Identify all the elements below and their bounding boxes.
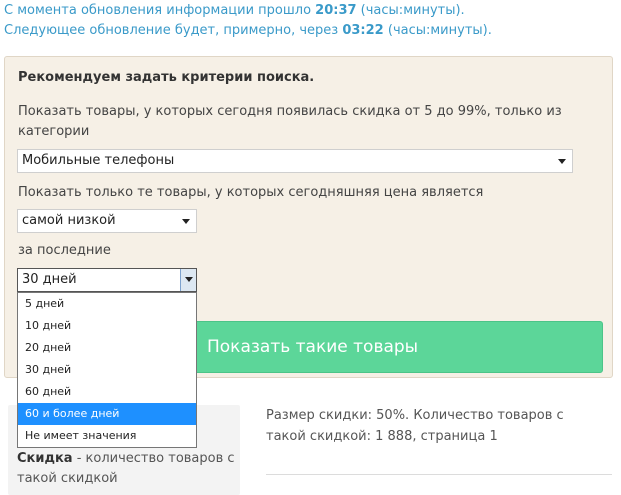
period-option[interactable]: 20 дней (18, 337, 196, 359)
next-update-info: Следующее обновление будет, примерно, че… (4, 23, 492, 38)
price-condition-select[interactable]: самой низкой (17, 209, 197, 233)
period-option[interactable]: 60 дней (18, 381, 196, 403)
chevron-down-icon (558, 159, 566, 164)
period-option-highlighted[interactable]: 60 и более дней (18, 403, 196, 425)
period-dropdown-list: 5 дней 10 дней 20 дней 30 дней 60 дней 6… (17, 292, 197, 448)
period-option[interactable]: 10 дней (18, 315, 196, 337)
category-description: Показать товары, у которых сегодня появи… (18, 104, 562, 139)
price-description: Показать только те товары, у которых сег… (18, 185, 484, 200)
period-option[interactable]: 5 дней (18, 293, 196, 315)
last-update-info: С момента обновления информации прошло 2… (4, 3, 465, 18)
dropdown-button[interactable] (180, 269, 196, 291)
period-label: за последние (18, 243, 111, 258)
legend-term: Скидка (17, 451, 73, 466)
discount-summary: Размер скидки: 50%. Количество товаров с… (266, 408, 564, 444)
period-option[interactable]: Не имеет значения (18, 425, 196, 447)
period-select[interactable]: 30 дней (17, 268, 197, 292)
category-select[interactable]: Мобильные телефоны (17, 149, 573, 173)
period-option[interactable]: 30 дней (18, 359, 196, 381)
time-until-update: 03:22 (342, 23, 384, 38)
chevron-down-icon (182, 219, 190, 224)
show-products-button[interactable]: Показать такие товары (188, 321, 603, 373)
divider (266, 474, 612, 475)
panel-title: Рекомендуем задать критерии поиска. (18, 70, 315, 85)
chevron-down-icon (185, 277, 193, 282)
time-since-update: 20:37 (315, 3, 357, 18)
